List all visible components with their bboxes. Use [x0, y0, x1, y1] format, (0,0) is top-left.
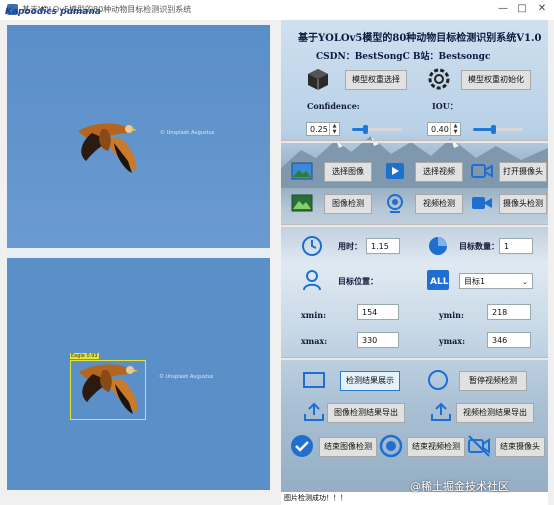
- confidence-label: Confidence:: [307, 101, 360, 111]
- image-icon: [291, 162, 313, 180]
- clock-icon: [302, 236, 322, 256]
- video-icon: [386, 163, 404, 179]
- xmin-field: 154: [357, 304, 399, 320]
- original-image-view: © Unsplash Augustus: [7, 25, 270, 248]
- confidence-slider-handle[interactable]: [362, 125, 368, 134]
- confidence-value: 0.25: [310, 125, 328, 134]
- webcam-icon: [387, 194, 403, 213]
- image-detect-icon: [291, 194, 313, 212]
- ymax-field: 346: [487, 332, 531, 348]
- minimize-button[interactable]: —: [495, 2, 511, 16]
- close-button[interactable]: ✕: [534, 2, 550, 16]
- camera-icon: [471, 164, 493, 178]
- end-video-button[interactable]: 结束视频检测: [407, 437, 465, 457]
- separator: [281, 140, 548, 143]
- eagle-image-original: [7, 25, 270, 248]
- camera-detect-button[interactable]: 摄像头检测: [499, 194, 547, 214]
- check-icon: [291, 435, 313, 457]
- detection-box: [70, 360, 146, 420]
- iou-label: IOU：: [432, 101, 458, 111]
- xmax-label: xmax:: [301, 336, 328, 346]
- all-icon: ALL: [427, 270, 449, 290]
- panel-title: 基于YOLOv5模型的80种动物目标检测识别系统V1.0: [298, 33, 542, 44]
- confidence-slider[interactable]: [352, 125, 402, 134]
- upload-icon: [431, 402, 451, 421]
- iou-slider-fill: [473, 128, 493, 131]
- position-label: 目标位置：: [338, 276, 378, 286]
- camera-off-icon: [468, 435, 490, 457]
- control-panel: 基于YOLOv5模型的80种动物目标检测识别系统V1.0 CSDN：BestSo…: [281, 20, 548, 492]
- cube-icon: [308, 69, 328, 90]
- end-image-button[interactable]: 结束图像检测: [319, 437, 377, 457]
- pause-icon: [428, 370, 448, 390]
- camera-detect-icon: [472, 197, 492, 209]
- image-credit: © Unsplash Augustus: [160, 130, 215, 136]
- select-image-button[interactable]: 选择图像: [324, 162, 372, 182]
- target-select-value: 目标1: [464, 277, 486, 286]
- end-camera-button[interactable]: 结束摄像头: [495, 437, 545, 457]
- open-camera-button[interactable]: 打开摄像头: [499, 162, 547, 182]
- image-detect-button[interactable]: 图像检测: [324, 194, 372, 214]
- display-icon: [303, 372, 325, 388]
- detection-label: Eagle 0.93: [70, 353, 99, 359]
- xmin-label: xmin:: [301, 310, 327, 320]
- spin-arrows-icon[interactable]: ▲ ▼: [329, 123, 339, 135]
- count-field: 1: [499, 238, 533, 254]
- time-label: 用时：: [338, 241, 362, 251]
- select-video-button[interactable]: 选择视频: [415, 162, 463, 182]
- pause-video-button[interactable]: 暂停视频检测: [459, 371, 527, 391]
- status-text: 图片检测成功！！！: [284, 494, 347, 502]
- spin-arrows-icon[interactable]: ▲ ▼: [450, 123, 460, 135]
- iou-slider[interactable]: [473, 125, 523, 134]
- export-video-button[interactable]: 视频检测结果导出: [456, 403, 534, 423]
- iou-spinbox[interactable]: 0.40 ▲ ▼: [427, 122, 461, 136]
- confidence-spinbox[interactable]: 0.25 ▲ ▼: [306, 122, 340, 136]
- video-detect-button[interactable]: 视频检测: [415, 194, 463, 214]
- time-field: 1.15: [366, 238, 400, 254]
- chevron-down-icon: ⌄: [522, 278, 528, 286]
- detection-image-view: Eagle 0.93 © Unsplash Augustus: [7, 258, 270, 490]
- separator: [281, 224, 548, 227]
- upload-icon: [304, 402, 324, 421]
- title-overlay-text: Kapoodics pumana: [5, 7, 101, 17]
- site-watermark: @稀土掘金技术社区: [410, 480, 509, 493]
- ymax-label: ymax:: [439, 336, 466, 346]
- target-select[interactable]: 目标1 ⌄: [459, 273, 533, 289]
- pie-chart-icon: [429, 237, 447, 255]
- image-credit: © Unsplash Augustus: [159, 374, 214, 380]
- ymin-field: 218: [487, 304, 531, 320]
- export-image-button[interactable]: 图像检测结果导出: [327, 403, 405, 423]
- title-bar: 基于YOLOv5模型的80种动物目标检测识别系统 Kapoodics puman…: [0, 0, 554, 20]
- iou-value: 0.40: [431, 125, 449, 134]
- init-weights-button[interactable]: 模型权重初始化: [461, 70, 531, 90]
- panel-subtitle: CSDN：BestSongC B站：Bestsongc: [316, 52, 491, 62]
- stop-icon: [379, 434, 403, 458]
- ymin-label: ymin:: [439, 310, 464, 320]
- iou-slider-handle[interactable]: [491, 125, 496, 134]
- select-weights-button[interactable]: 模型权重选择: [345, 70, 407, 90]
- user-icon: [303, 270, 321, 291]
- maximize-button[interactable]: □: [514, 2, 530, 16]
- xmax-field: 330: [357, 332, 399, 348]
- show-result-button[interactable]: 检测结果展示: [340, 371, 400, 391]
- separator: [281, 357, 548, 360]
- svg-text:ALL: ALL: [430, 277, 449, 287]
- app-window: 基于YOLOv5模型的80种动物目标检测识别系统 Kapoodics puman…: [0, 0, 554, 505]
- gear-icon: [428, 68, 450, 90]
- image-divider: [7, 248, 270, 258]
- count-label: 目标数量：: [459, 241, 499, 251]
